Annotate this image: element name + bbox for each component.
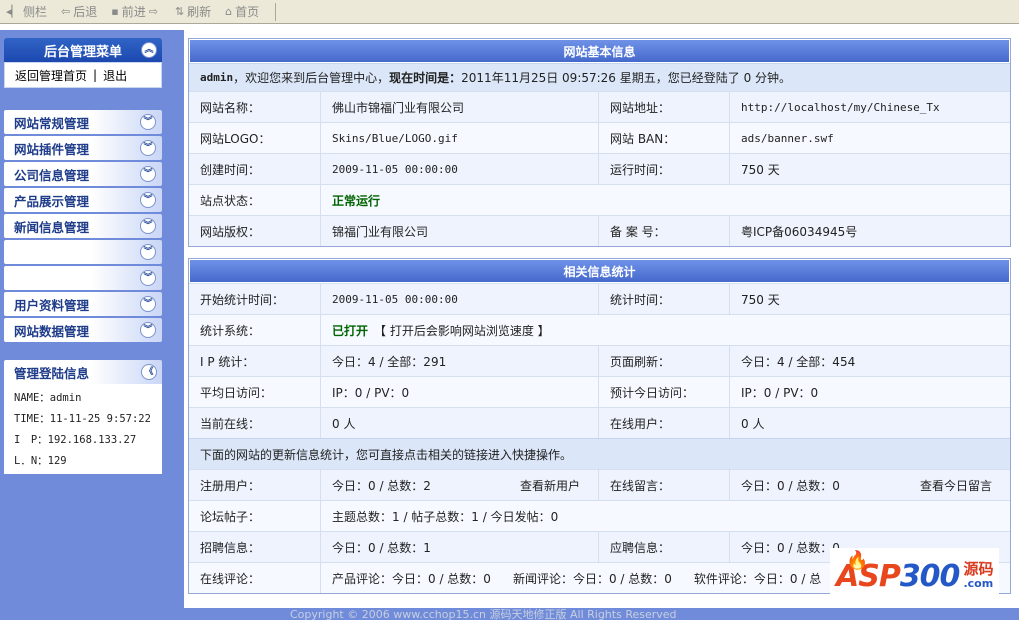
welcome-row: admin ，欢迎您来到后台管理中心， 现在时间是： 2011年11月25日 0… [189,63,1010,91]
stats-row-ip: I P 统计： 今日：4 / 全部：291 页面刷新： 今日：4 / 全部：45… [189,345,1010,376]
info-row-copyright: 网站版权： 锦福门业有限公司 备 案 号： 粤ICP备06034945号 [189,215,1010,246]
expand-icon[interactable]: ︾ [140,296,156,312]
expand-icon[interactable]: ︾ [140,192,156,208]
system-note: 【 打开后会影响网站浏览速度 】 [374,323,550,338]
logout-link[interactable]: 退出 [103,67,127,84]
return-home-link[interactable]: 返回管理首页 [15,67,87,84]
refresh-button[interactable]: ⇅ 刷新 [175,3,211,20]
status-badge: 正常运行 [332,193,381,208]
stats-row-forum: 论坛帖子： 主题总数：1 / 帖子总数：1 / 今日发帖：0 [189,500,1010,531]
stats-panel: 相关信息统计 开始统计时间： 2009-11-05 00:00:00 统计时间：… [188,258,1011,594]
expand-icon[interactable]: ︾ [140,244,156,260]
login-info-header[interactable]: 管理登陆信息 《 [4,360,162,384]
stats-row-average: 平均日访问： IP：0 / PV：0 预计今日访问： IP：0 / PV：0 [189,376,1010,407]
view-today-messages-link[interactable]: 查看今日留言 [920,477,992,494]
stats-row-system: 统计系统： 已打开 【 打开后会影响网站浏览速度 】 [189,314,1010,345]
expand-icon[interactable]: ︾ [140,322,156,338]
back-arrow-icon: ⇦ [61,5,71,18]
nav-item-users[interactable]: 用户资料管理 ︾ [4,292,162,316]
admin-menu-title: 后台管理菜单 [43,44,122,60]
asp300-logo: 🔥 ASP300 源码 .com [830,548,999,604]
home-button[interactable]: ⌂ 首页 [225,3,259,20]
welcome-user: admin [200,71,234,84]
dot-icon: ▪ [111,5,119,18]
info-row-created: 创建时间： 2009-11-05 00:00:00 运行时间： 750 天 [189,153,1010,184]
login-ip: I P：192.168.133.27 [14,434,137,446]
login-name: NAME：admin [14,392,82,404]
info-row-status: 站点状态： 正常运行 [189,184,1010,215]
nav-item-news[interactable]: 新闻信息管理 ︾ [4,214,162,238]
link-separator: | [93,68,98,82]
nav-item-company[interactable]: 公司信息管理 ︾ [4,162,162,186]
info-row-logo: 网站LOGO： Skins/Blue/LOGO.gif 网站 BAN： ads/… [189,122,1010,153]
login-time: TIME：11-11-25 9:57:22 [14,413,151,425]
expand-icon[interactable]: ︾ [140,270,156,286]
welcome-time: 2011年11月25日 09:57:26 星期五 [461,71,656,85]
forward-arrow-icon: ⇨ [148,5,158,18]
welcome-text: ，欢迎您来到后台管理中心， [233,71,390,85]
menu-links: 返回管理首页 | 退出 [4,62,162,88]
stats-row-registered: 注册用户： 今日：0 / 总数：2 查看新用户 在线留言： 今日：0 / 总数：… [189,469,1010,500]
refresh-icon: ⇅ [174,5,185,18]
info-row-site-name: 网站名称： 佛山市锦福门业有限公司 网站地址： http://localhost… [189,91,1010,122]
sidebar: 后台管理菜单 ︽ 返回管理首页 | 退出 网站常规管理 ︾ 网站插件管理 ︾ 公司信… [0,30,184,608]
footer-copyright: Copyright © 2006 www.cchop15.cn 源码天地修正版 … [290,608,677,620]
collapse-icon[interactable]: ︽ [141,42,157,58]
stats-update-note-row: 下面的网站的更新信息统计，您可直接点击相关的链接进入快捷操作。 [189,438,1010,469]
nav-item-blank-1[interactable]: ︾ [4,240,162,264]
nav-item-plugins[interactable]: 网站插件管理 ︾ [4,136,162,160]
welcome-time-label: 现在时间是： [389,71,462,85]
browser-toolbar: ◂▏ 侧栏 ⇦ 后退 ▪ 前进 ⇨ ⇅ 刷新 ⌂ 首页 [0,0,1019,24]
view-new-users-link[interactable]: 查看新用户 [520,477,580,494]
panel-title: 网站基本信息 [189,39,1010,63]
forward-button[interactable]: ▪ 前进 ⇨ [111,3,161,20]
home-icon: ⌂ [225,5,233,18]
nav-item-blank-2[interactable]: ︾ [4,266,162,290]
toolbar-divider [275,2,277,21]
site-basic-info-panel: 网站基本信息 admin ，欢迎您来到后台管理中心， 现在时间是： 2011年1… [188,38,1011,247]
welcome-tail: ，您已经登陆了 0 分钟。 [655,71,792,85]
expand-icon[interactable]: ︾ [140,140,156,156]
stats-row-online: 当前在线： 0 人 在线用户： 0 人 [189,407,1010,438]
expand-icon[interactable]: ︾ [140,114,156,130]
system-state-link[interactable]: 已打开 [332,322,368,339]
nav-item-site-general[interactable]: 网站常规管理 ︾ [4,110,162,134]
back-button[interactable]: ⇦ 后退 [61,3,97,20]
sidebar-toggle-icon: ◂▏ [6,5,20,18]
login-info-body: NAME：admin TIME：11-11-25 9:57:22 I P：192… [4,384,162,474]
login-count: L．N：129 [14,455,67,467]
flame-icon: 🔥 [846,550,869,571]
panel-title: 相关信息统计 [189,259,1010,283]
expand-icon[interactable]: ︾ [140,166,156,182]
admin-menu-header[interactable]: 后台管理菜单 ︽ [4,38,162,62]
expand-icon[interactable]: ︾ [140,218,156,234]
sidebar-button[interactable]: ◂▏ 侧栏 [6,3,47,20]
stats-row-start: 开始统计时间： 2009-11-05 00:00:00 统计时间： 750 天 [189,283,1010,314]
nav-item-products[interactable]: 产品展示管理 ︾ [4,188,162,212]
nav-item-data[interactable]: 网站数据管理 ︾ [4,318,162,342]
collapse-left-icon[interactable]: 《 [141,364,157,380]
